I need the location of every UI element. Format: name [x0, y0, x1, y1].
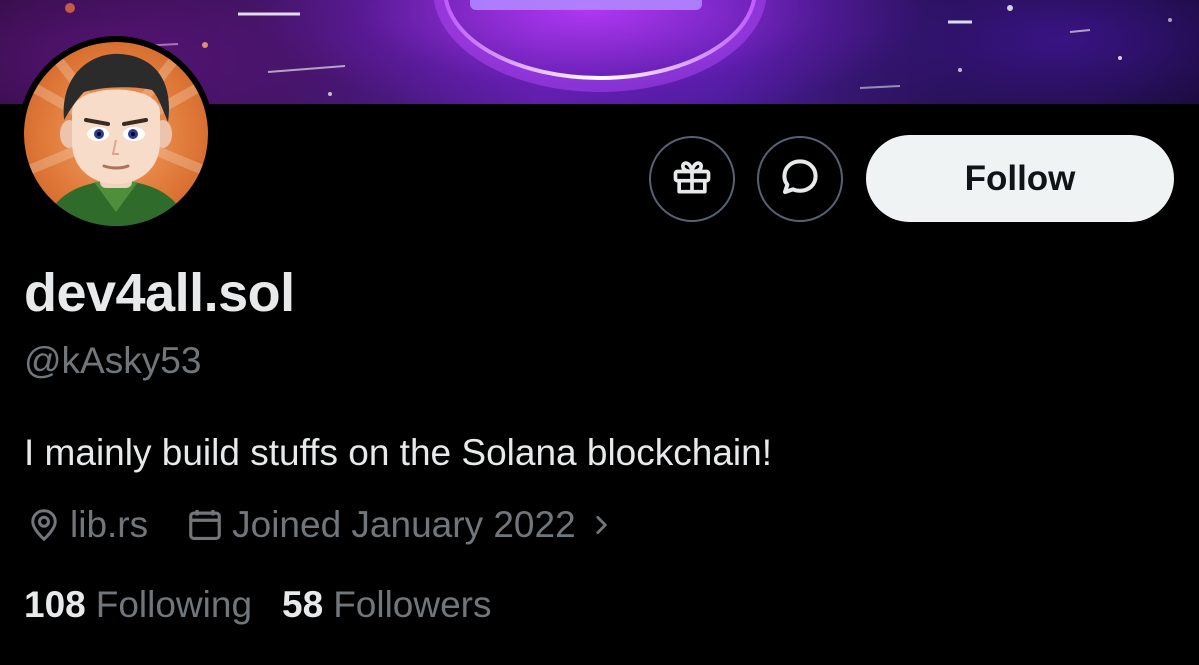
profile-bio: I mainly build stuffs on the Solana bloc… [24, 432, 772, 473]
avatar-cartoon-face [24, 42, 208, 226]
profile-meta-row: lib.rs Joined January 2022 [26, 502, 614, 548]
avatar-image [24, 42, 208, 226]
following-label: Following [95, 584, 253, 625]
followers-stat[interactable]: 58 Followers [282, 584, 491, 626]
joined-date: Joined January 2022 [232, 504, 576, 545]
avatar[interactable] [18, 36, 214, 232]
followers-count: 58 [282, 584, 324, 625]
gift-button[interactable] [649, 136, 735, 222]
message-button[interactable] [757, 136, 843, 222]
gift-icon [670, 155, 714, 204]
calendar-icon [186, 506, 224, 544]
website-link[interactable]: lib.rs [70, 504, 148, 546]
chevron-right-icon[interactable] [588, 512, 614, 538]
display-name: dev4all.sol [24, 263, 295, 323]
profile-page: Follow dev4all.sol @kAsky53 I mainly bui… [0, 0, 1199, 665]
follow-button[interactable]: Follow [866, 135, 1174, 222]
joined-item[interactable]: Joined January 2022 [186, 504, 614, 546]
following-count: 108 [24, 584, 86, 625]
user-handle: @kAsky53 [24, 340, 202, 381]
follow-stats: 108 Following 58 Followers [24, 584, 492, 626]
location-pin-icon [26, 507, 62, 543]
website-item[interactable]: lib.rs [26, 504, 148, 546]
following-stat[interactable]: 108 Following [24, 584, 252, 626]
message-icon [778, 155, 822, 204]
followers-label: Followers [333, 584, 492, 625]
